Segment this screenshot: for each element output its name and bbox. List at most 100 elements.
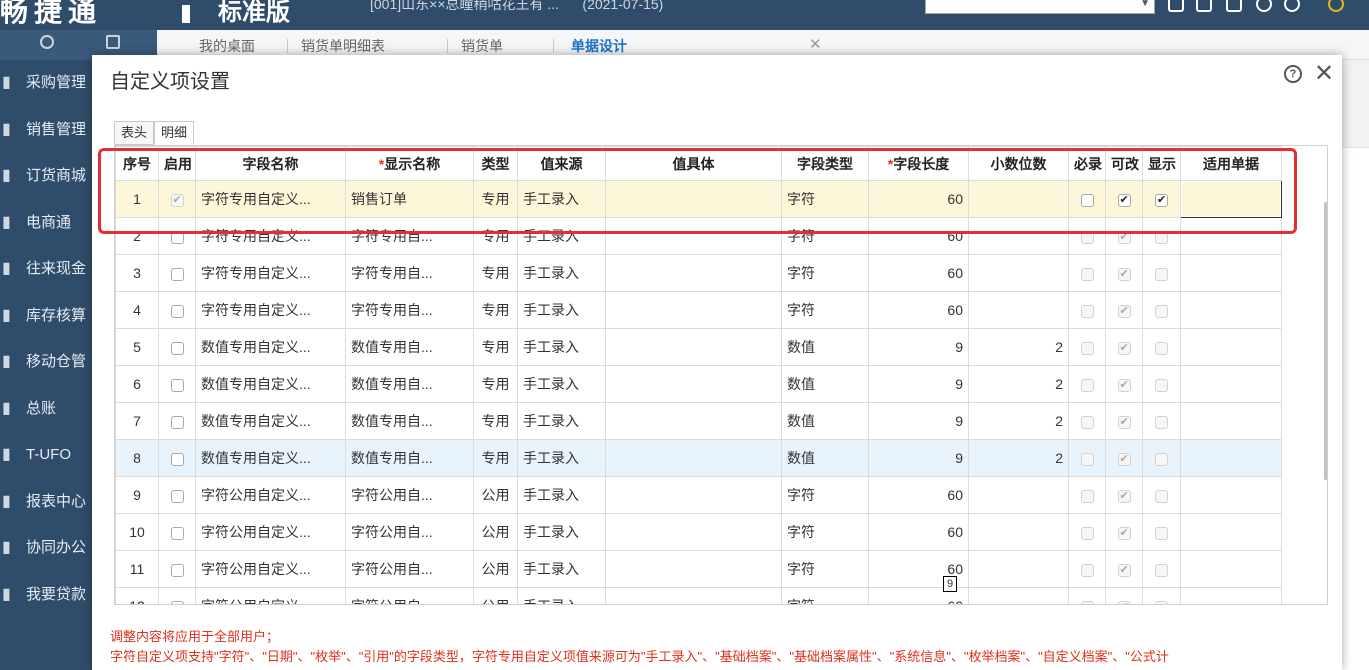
enabled-checkbox[interactable] xyxy=(170,452,184,466)
value-detail[interactable] xyxy=(605,180,782,218)
required-checkbox[interactable] xyxy=(1080,526,1094,540)
value-source[interactable]: 手工录入 xyxy=(517,513,606,551)
menu-icon[interactable] xyxy=(182,4,190,23)
editable-checkbox[interactable] xyxy=(1117,452,1131,466)
function-search-input[interactable]: ▼ xyxy=(925,0,1155,14)
field-type[interactable]: 字符 xyxy=(781,254,869,292)
value-source[interactable]: 手工录入 xyxy=(517,587,606,604)
editable-checkbox[interactable] xyxy=(1117,193,1131,207)
field-length[interactable]: 9 xyxy=(868,439,969,477)
applicable-bills[interactable] xyxy=(1180,476,1282,514)
table-row[interactable]: 2 字符专用自定义... 字符专用自... 专用 手工录入 字符 60 xyxy=(115,217,1282,255)
decimal-places[interactable] xyxy=(968,476,1069,514)
display-name[interactable]: 字符公用自... xyxy=(345,476,474,514)
visible-checkbox[interactable] xyxy=(1155,600,1168,604)
chevron-down-icon[interactable]: ▼ xyxy=(1140,0,1150,9)
value-detail[interactable] xyxy=(605,291,782,329)
editable-checkbox[interactable] xyxy=(1117,600,1131,604)
field-type[interactable]: 数值 xyxy=(781,328,869,366)
visible-checkbox[interactable] xyxy=(1155,230,1168,244)
value-detail[interactable] xyxy=(605,402,782,440)
message-icon[interactable] xyxy=(1168,0,1184,12)
table-row[interactable]: 12字符公用自定义...字符公用自...公用手工录入字符60 xyxy=(115,587,1282,604)
editable-checkbox[interactable] xyxy=(1117,415,1131,429)
field-type[interactable]: 字符 xyxy=(781,217,869,255)
type[interactable]: 专用 xyxy=(473,365,518,403)
field-type[interactable]: 数值 xyxy=(781,439,869,477)
field-name[interactable]: 数值专用自定义... xyxy=(195,439,346,477)
applicable-bills[interactable] xyxy=(1180,439,1282,477)
field-length[interactable]: 9 xyxy=(868,365,969,403)
visible-checkbox[interactable] xyxy=(1155,193,1168,207)
enabled-checkbox[interactable] xyxy=(170,304,184,318)
help-icon[interactable]: ? xyxy=(1284,65,1302,83)
value-detail[interactable] xyxy=(605,254,782,292)
required-checkbox[interactable] xyxy=(1080,452,1094,466)
value-detail[interactable] xyxy=(605,439,782,477)
value-detail[interactable] xyxy=(605,476,782,514)
type[interactable]: 专用 xyxy=(473,291,518,329)
visible-checkbox[interactable] xyxy=(1155,415,1168,429)
display-name[interactable]: 数值专用自... xyxy=(345,365,474,403)
type[interactable]: 专用 xyxy=(473,254,518,292)
field-name[interactable]: 字符专用自定义... xyxy=(195,254,346,292)
applicable-bills[interactable] xyxy=(1180,180,1282,218)
decimal-places[interactable]: 2 xyxy=(968,365,1069,403)
visible-checkbox[interactable] xyxy=(1155,341,1168,355)
field-name[interactable]: 字符公用自定义... xyxy=(195,587,346,604)
field-name[interactable]: 数值专用自定义... xyxy=(195,328,346,366)
field-length[interactable]: 60 xyxy=(868,476,969,514)
required-checkbox[interactable] xyxy=(1080,267,1094,281)
display-name[interactable]: 数值专用自... xyxy=(345,439,474,477)
visible-checkbox[interactable] xyxy=(1155,563,1168,577)
tab-bill-design[interactable]: 单据设计 xyxy=(571,36,627,56)
field-name[interactable]: 数值专用自定义... xyxy=(195,402,346,440)
field-length[interactable]: 60 xyxy=(868,513,969,551)
value-detail[interactable] xyxy=(605,513,782,551)
enabled-checkbox[interactable] xyxy=(170,378,184,392)
value-source[interactable]: 手工录入 xyxy=(517,402,606,440)
field-length[interactable]: 60 xyxy=(868,254,969,292)
field-type[interactable]: 字符 xyxy=(781,587,869,604)
display-name[interactable]: 数值专用自... xyxy=(345,328,474,366)
enabled-checkbox[interactable] xyxy=(170,341,184,355)
field-type[interactable]: 数值 xyxy=(781,402,869,440)
tab-header[interactable]: 表头 xyxy=(114,121,155,145)
applicable-bills[interactable] xyxy=(1180,402,1282,440)
type[interactable]: 专用 xyxy=(473,217,518,255)
user-avatar-icon[interactable] xyxy=(1328,0,1344,12)
close-icon[interactable]: ✕ xyxy=(809,35,822,53)
enabled-checkbox[interactable] xyxy=(170,230,184,244)
field-name[interactable]: 字符公用自定义... xyxy=(195,550,346,588)
value-source[interactable]: 手工录入 xyxy=(517,476,606,514)
applicable-bills[interactable] xyxy=(1180,513,1282,551)
applicable-bills[interactable] xyxy=(1180,217,1282,255)
applicable-bills[interactable] xyxy=(1180,291,1282,329)
editable-checkbox[interactable] xyxy=(1117,489,1131,503)
applicable-bills[interactable] xyxy=(1180,328,1282,366)
field-name[interactable]: 字符专用自定义... xyxy=(195,291,346,329)
value-detail[interactable] xyxy=(605,365,782,403)
value-source[interactable]: 手工录入 xyxy=(517,180,606,218)
field-length[interactable]: 60 xyxy=(868,180,969,218)
decimal-places[interactable]: 2 xyxy=(968,439,1069,477)
field-length[interactable]: 60 xyxy=(868,217,969,255)
display-name[interactable]: 字符公用自... xyxy=(345,550,474,588)
search-icon[interactable] xyxy=(40,35,54,49)
enabled-checkbox[interactable] xyxy=(170,563,184,577)
decimal-places[interactable]: 2 xyxy=(968,328,1069,366)
editable-checkbox[interactable] xyxy=(1117,304,1131,318)
enabled-checkbox[interactable] xyxy=(170,489,184,503)
editable-checkbox[interactable] xyxy=(1117,267,1131,281)
type[interactable]: 公用 xyxy=(473,513,518,551)
decimal-places[interactable] xyxy=(968,291,1069,329)
value-detail[interactable] xyxy=(605,587,782,604)
required-checkbox[interactable] xyxy=(1080,415,1094,429)
type[interactable]: 专用 xyxy=(473,402,518,440)
collapse-icon[interactable] xyxy=(106,35,120,49)
table-row[interactable]: 8 数值专用自定义... 数值专用自... 专用 手工录入 数值 9 2 xyxy=(115,439,1282,477)
field-type[interactable]: 字符 xyxy=(781,513,869,551)
type[interactable]: 公用 xyxy=(473,476,518,514)
field-type[interactable]: 字符 xyxy=(781,476,869,514)
vertical-scrollbar[interactable]: ▲ ▼ xyxy=(1321,180,1327,600)
